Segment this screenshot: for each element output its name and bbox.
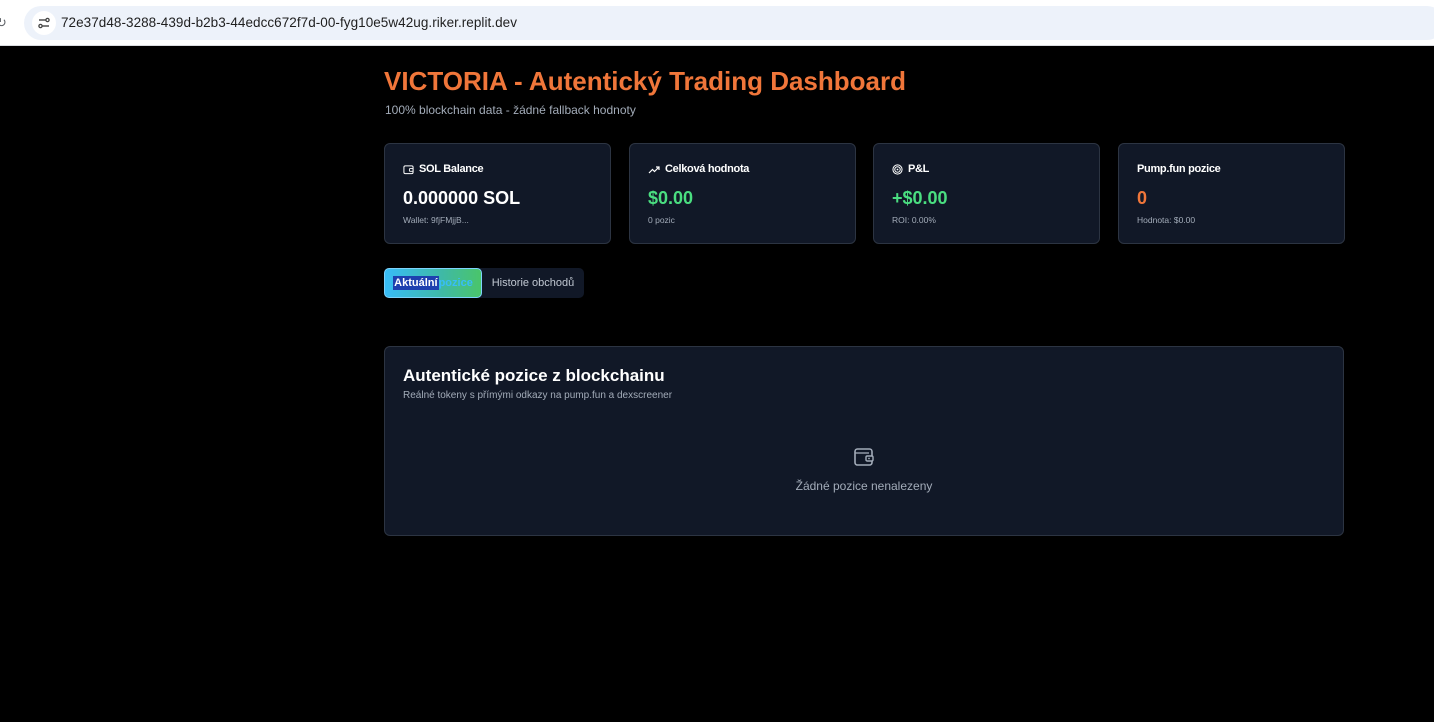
wallet-address: Wallet: 9fjFMjjB... (403, 215, 469, 225)
page-subtitle: 100% blockchain data - žádné fallback ho… (385, 103, 636, 117)
browser-address-bar: ↻ 72e37d48-3288-439d-b2b3-44edcc672f7d-0… (0, 0, 1434, 46)
panel-subtitle: Reálné tokeny s přímými odkazy na pump.f… (403, 390, 673, 401)
pumpfun-count: 0 (1137, 188, 1148, 208)
panel-title: Autentické pozice z blockchainu (403, 366, 665, 385)
card-label: Pump.fun pozice (1137, 163, 1221, 175)
pumpfun-value: Hodnota: $0.00 (1137, 215, 1196, 225)
wallet-icon (403, 164, 414, 174)
pnl-value: +$0.00 (892, 188, 948, 208)
tab-label-rest: pozice (438, 277, 473, 289)
trending-up-icon (648, 165, 660, 173)
roi-value: ROI: 0.00% (892, 215, 936, 225)
reload-icon[interactable]: ↻ (0, 14, 10, 32)
empty-wallet-icon (854, 448, 874, 466)
url-text[interactable]: 72e37d48-3288-439d-b2b3-44edcc672f7d-00-… (61, 15, 517, 30)
card-label: P&L (908, 163, 930, 175)
site-info-icon[interactable] (32, 11, 56, 35)
card-label: Celková hodnota (665, 163, 750, 175)
total-value: $0.00 (648, 188, 694, 208)
pnl-card: P&L +$0.00 ROI: 0.00% (873, 143, 1100, 244)
tab-trade-history[interactable]: Historie obchodů (482, 268, 584, 298)
sol-balance-card: SOL Balance 0.000000 SOL Wallet: 9fjFMjj… (384, 143, 611, 244)
tab-current-positions[interactable]: Aktuální pozice (384, 268, 482, 298)
empty-state-text: Žádné pozice nenalezeny (795, 479, 933, 493)
card-label: SOL Balance (419, 163, 484, 175)
page-title: VICTORIA - Autentický Trading Dashboard (384, 66, 906, 96)
positions-panel: Autentické pozice z blockchainu Reálné t… (384, 346, 1344, 536)
positions-count: 0 pozic (648, 215, 675, 225)
target-icon (892, 163, 903, 175)
total-value-card: Celková hodnota $0.00 0 pozic (629, 143, 856, 244)
omnibox[interactable]: 72e37d48-3288-439d-b2b3-44edcc672f7d-00-… (24, 6, 1434, 40)
pumpfun-card: Pump.fun pozice 0 Hodnota: $0.00 (1118, 143, 1345, 244)
sol-balance-value: 0.000000 SOL (403, 188, 521, 208)
tab-label-selected: Aktuální (393, 276, 439, 290)
tab-list: Aktuální pozice Historie obchodů (384, 268, 584, 298)
